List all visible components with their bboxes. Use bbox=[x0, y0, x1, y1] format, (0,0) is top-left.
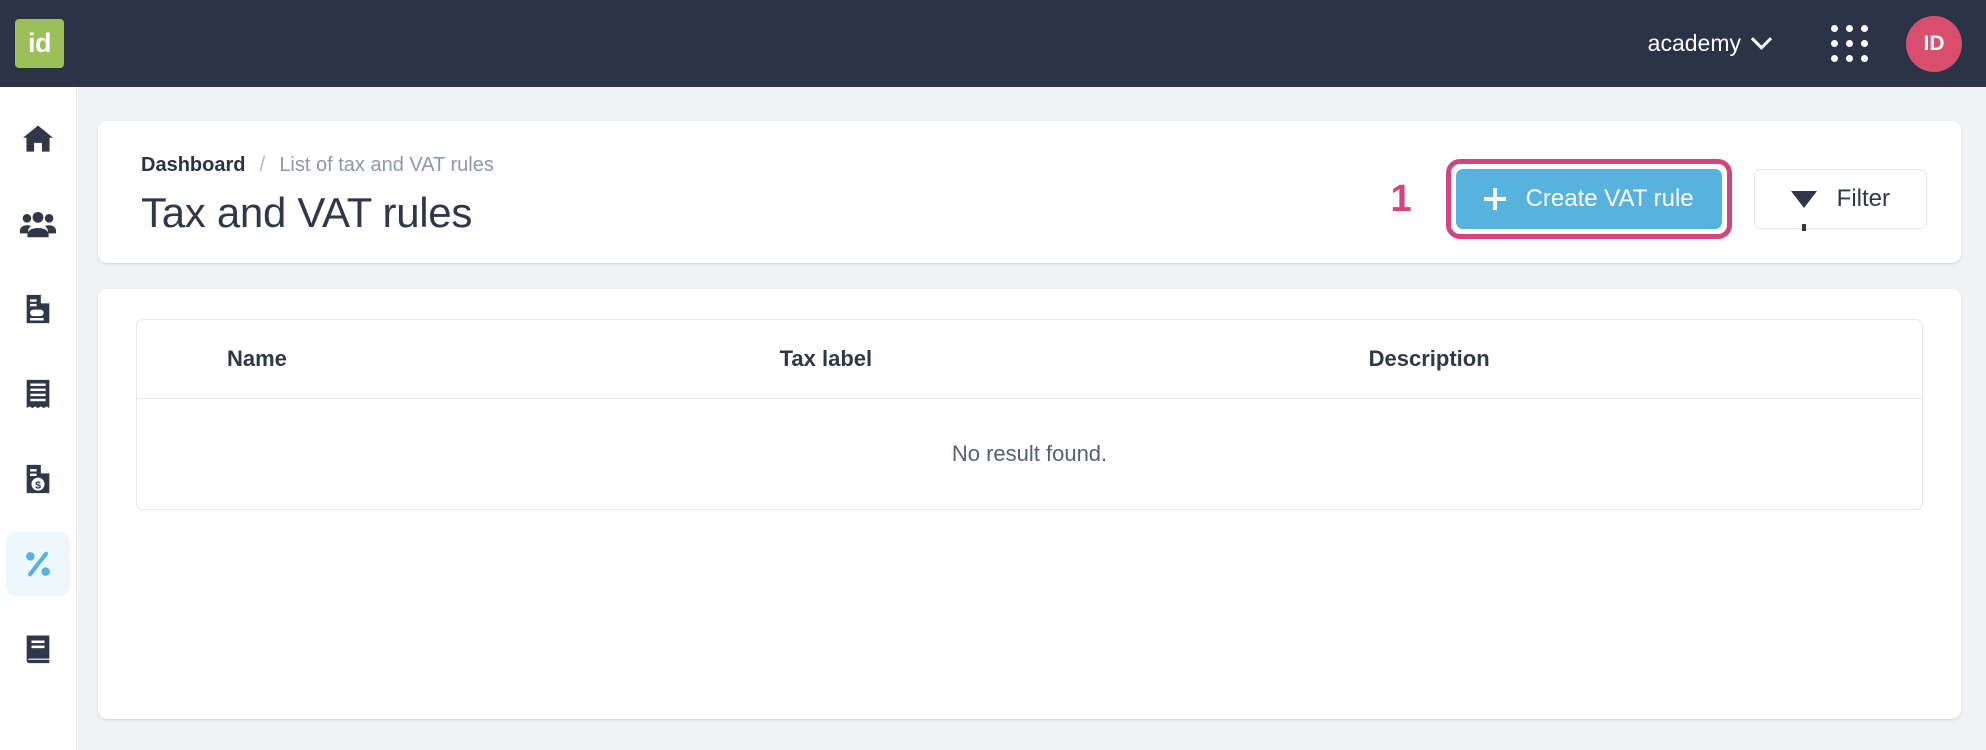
grid-dot bbox=[1861, 55, 1868, 62]
main-content: Dashboard / List of tax and VAT rules Ta… bbox=[78, 87, 1986, 750]
svg-text:$: $ bbox=[35, 480, 41, 491]
sidebar-item-customers[interactable] bbox=[6, 192, 70, 256]
document-icon bbox=[21, 292, 55, 326]
vat-rules-table: Name Tax label Description No result fou… bbox=[137, 320, 1922, 509]
page-title: Tax and VAT rules bbox=[141, 189, 473, 236]
sidebar-item-invoices[interactable]: $ bbox=[6, 447, 70, 511]
breadcrumb: Dashboard / List of tax and VAT rules bbox=[141, 153, 1390, 177]
results-table-wrapper: Name Tax label Description No result fou… bbox=[136, 319, 1923, 510]
table-head: Name Tax label Description bbox=[137, 320, 1922, 399]
step-number-annotation: 1 bbox=[1390, 178, 1412, 220]
grid-dot bbox=[1831, 40, 1838, 47]
sidebar-item-tax-vat-rules[interactable] bbox=[6, 532, 70, 596]
table-header-row: Name Tax label Description bbox=[137, 320, 1922, 399]
breadcrumb-current: List of tax and VAT rules bbox=[279, 154, 494, 176]
results-card: Name Tax label Description No result fou… bbox=[98, 289, 1961, 719]
grid-dot bbox=[1846, 40, 1853, 47]
users-icon bbox=[19, 205, 57, 243]
column-header-tax-label[interactable]: Tax label bbox=[779, 320, 1369, 399]
plus-icon bbox=[1483, 188, 1506, 210]
avatar[interactable]: ID bbox=[1906, 15, 1962, 72]
grid-dot bbox=[1861, 40, 1868, 47]
app-root: id academy ID $ Dashboard / List of tax … bbox=[0, 0, 1986, 750]
sidebar-item-receipts[interactable] bbox=[6, 362, 70, 426]
table-empty-row: No result found. bbox=[137, 399, 1922, 510]
funnel-icon bbox=[1790, 190, 1817, 231]
table-body: No result found. bbox=[137, 399, 1922, 510]
column-header-name[interactable]: Name bbox=[137, 320, 780, 399]
column-header-description[interactable]: Description bbox=[1368, 320, 1922, 399]
sidebar-item-home[interactable] bbox=[6, 107, 70, 171]
header-actions: 1 Create VAT rule Filter bbox=[1390, 149, 1927, 239]
top-bar: id academy ID bbox=[0, 0, 1986, 87]
breadcrumb-separator: / bbox=[259, 153, 266, 176]
invoice-dollar-icon: $ bbox=[21, 462, 55, 496]
create-button-highlight: Create VAT rule bbox=[1445, 159, 1732, 239]
title-block: Dashboard / List of tax and VAT rules Ta… bbox=[141, 149, 1390, 237]
grid-dot bbox=[1846, 55, 1853, 62]
chevron-down-icon bbox=[1750, 28, 1773, 50]
filter-button[interactable]: Filter bbox=[1753, 169, 1927, 231]
breadcrumb-dashboard[interactable]: Dashboard bbox=[141, 154, 245, 177]
apps-grid-icon[interactable] bbox=[1831, 25, 1868, 62]
percent-icon bbox=[21, 547, 55, 581]
empty-state-message: No result found. bbox=[951, 441, 1108, 466]
receipt-icon bbox=[21, 377, 55, 411]
app-logo[interactable]: id bbox=[15, 19, 64, 68]
book-icon bbox=[21, 632, 55, 666]
sidebar-item-catalog[interactable] bbox=[6, 617, 70, 681]
grid-dot bbox=[1831, 25, 1838, 32]
create-vat-rule-label: Create VAT rule bbox=[1525, 185, 1694, 212]
sidebar-item-quotes[interactable] bbox=[6, 277, 70, 341]
page-header-card: Dashboard / List of tax and VAT rules Ta… bbox=[98, 121, 1961, 263]
grid-dot bbox=[1861, 25, 1868, 32]
sidebar: $ bbox=[0, 87, 77, 750]
grid-dot bbox=[1846, 25, 1853, 32]
top-bar-right: academy ID bbox=[1634, 15, 1962, 72]
tenant-name: academy bbox=[1647, 30, 1741, 56]
filter-label: Filter bbox=[1836, 185, 1890, 212]
home-icon bbox=[20, 121, 56, 157]
create-vat-rule-button[interactable]: Create VAT rule bbox=[1455, 169, 1722, 229]
tenant-switcher[interactable]: academy bbox=[1634, 22, 1783, 65]
grid-dot bbox=[1831, 55, 1838, 62]
